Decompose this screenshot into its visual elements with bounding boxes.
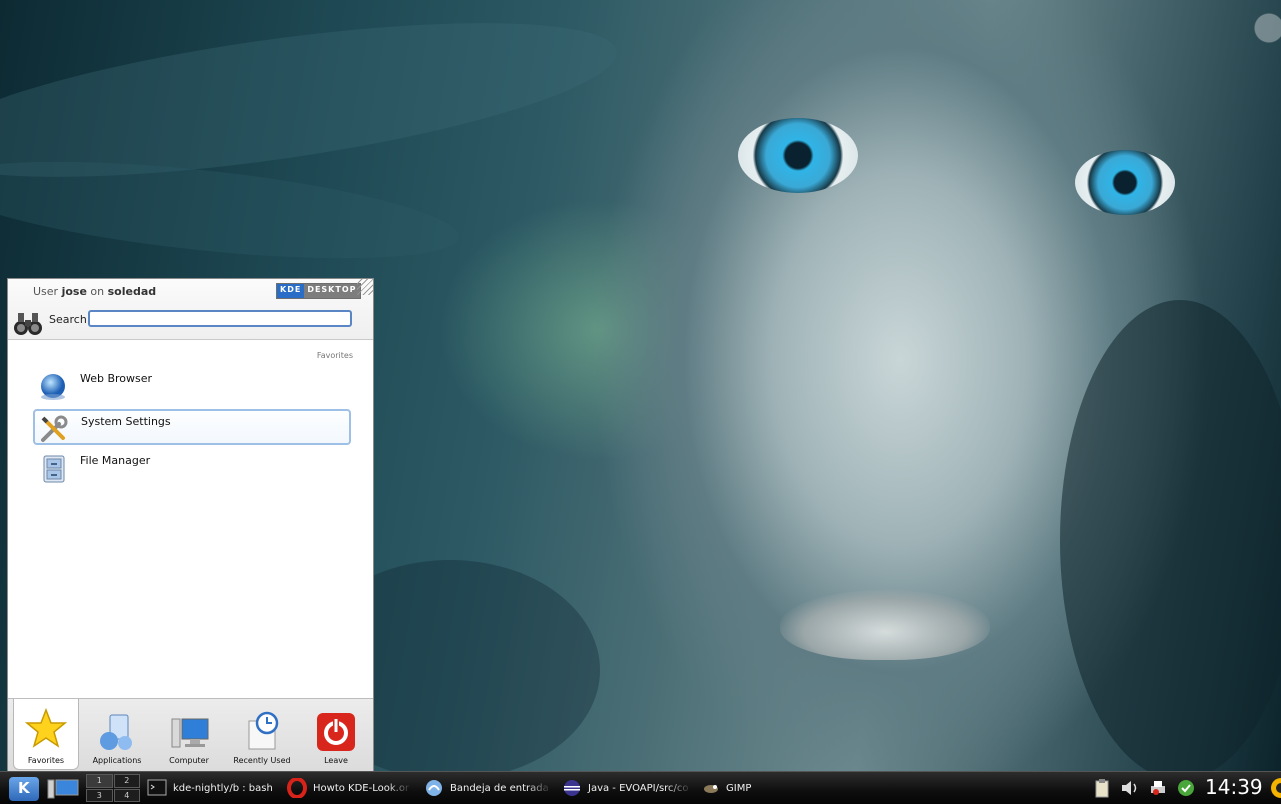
tab-applications[interactable]: Applications	[85, 703, 149, 767]
star-icon	[25, 707, 67, 748]
show-desktop-icon[interactable]	[47, 779, 81, 799]
file-cabinet-icon	[43, 455, 65, 483]
panel-toolbox-icon[interactable]	[1269, 777, 1281, 799]
power-icon	[317, 713, 355, 751]
tab-recently-used[interactable]: Recently Used	[230, 703, 294, 767]
desktop-pager: 1 2 3 4	[86, 774, 140, 802]
hostname: soledad	[107, 285, 157, 298]
wallpaper-lips	[780, 590, 990, 660]
search-label: Search:	[49, 313, 91, 326]
favorite-web-browser[interactable]: Web Browser	[33, 367, 351, 403]
task-mail[interactable]: Bandeja de entrada - T	[424, 776, 552, 800]
task-gimp[interactable]: GIMP	[700, 776, 780, 800]
eclipse-icon	[564, 780, 580, 796]
gimp-icon	[704, 785, 718, 793]
pager-desktop-3[interactable]: 3	[86, 788, 113, 802]
desktop-toolbox-icon[interactable]	[1239, 6, 1281, 50]
terminal-icon	[147, 779, 167, 796]
pager-desktop-1[interactable]: 1	[86, 774, 113, 788]
pager-desktop-2[interactable]: 2	[113, 774, 140, 788]
mail-icon	[426, 780, 442, 796]
section-label-favorites: Favorites	[316, 351, 353, 360]
computer-icon	[171, 718, 209, 748]
tab-favorites[interactable]: Favorites	[13, 699, 79, 770]
user-info: User jose on soledad	[33, 285, 157, 298]
clock-document-icon	[248, 711, 279, 750]
clock[interactable]: 14:39	[1205, 775, 1263, 799]
tab-leave[interactable]: Leave	[304, 703, 368, 767]
wrench-screwdriver-icon	[41, 415, 68, 442]
task-opera[interactable]: Howto KDE-Look.or	[287, 776, 412, 800]
pager-desktop-4[interactable]: 4	[113, 788, 140, 802]
tab-computer[interactable]: Computer	[157, 703, 221, 767]
kde-menu-button[interactable]: K	[9, 777, 39, 801]
update-icon[interactable]	[1176, 778, 1196, 798]
favorite-label: System Settings	[81, 415, 171, 428]
wallpaper-eye-right	[1075, 150, 1175, 215]
globe-icon	[41, 374, 65, 400]
favorite-label: Web Browser	[80, 372, 153, 385]
binoculars-icon	[14, 313, 42, 335]
printer-icon[interactable]	[1148, 778, 1168, 798]
system-tray	[1092, 777, 1196, 799]
favorite-file-manager[interactable]: File Manager	[33, 449, 351, 485]
kde-desktop-logo: KDE DESKTOP	[276, 283, 361, 299]
task-eclipse[interactable]: Java - EVOAPI/src/co	[562, 776, 692, 800]
favorite-label: File Manager	[80, 454, 151, 467]
wallpaper-eye-left	[738, 118, 858, 193]
menu-tab-bar: Favorites Applications Computer Recently…	[8, 698, 373, 771]
applications-icon	[100, 714, 132, 750]
search-input[interactable]	[88, 310, 352, 327]
menu-header: User jose on soledad KDE DESKTOP Search:	[8, 279, 373, 340]
favorite-system-settings[interactable]: System Settings	[33, 409, 351, 445]
task-terminal[interactable]: kde-nightly/b : bash	[147, 776, 272, 800]
resize-grip[interactable]	[357, 279, 373, 295]
kde-logo-icon: K	[18, 779, 30, 797]
taskbar: K 1 2 3 4 kde-nightly/b : bash Howto KDE…	[0, 771, 1281, 804]
clipboard-icon[interactable]	[1092, 778, 1112, 798]
volume-icon[interactable]	[1120, 778, 1140, 798]
application-launcher-menu: User jose on soledad KDE DESKTOP Search: …	[7, 278, 374, 772]
username: jose	[61, 285, 87, 298]
opera-icon	[287, 778, 307, 798]
